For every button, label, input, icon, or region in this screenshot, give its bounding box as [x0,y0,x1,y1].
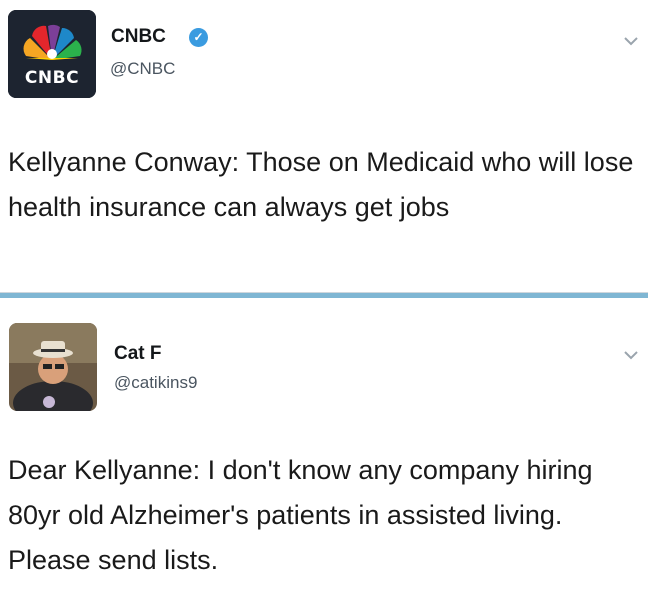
tweet-feed: CNBC CNBC ✓ @CNBC Kellyanne Conway: Thos… [0,0,648,613]
tweet-text: Dear Kellyanne: I don't know any company… [8,455,593,575]
chevron-down-icon[interactable] [624,36,638,46]
user-handle[interactable]: @catikins9 [114,373,197,393]
user-avatar[interactable] [9,323,97,411]
cnbc-avatar[interactable]: CNBC [8,10,96,98]
user-handle[interactable]: @CNBC [110,59,175,79]
tweet-text: Kellyanne Conway: Those on Medicaid who … [8,147,634,222]
display-name[interactable]: CNBC [111,26,166,48]
profile-photo-icon [9,323,97,411]
verified-badge-icon: ✓ [189,28,208,47]
display-name[interactable]: Cat F [114,343,162,365]
tweet-cnbc[interactable]: CNBC CNBC ✓ @CNBC Kellyanne Conway: Thos… [0,0,648,293]
chevron-down-icon[interactable] [624,350,638,360]
avatar-logo-text: CNBC [24,68,80,88]
